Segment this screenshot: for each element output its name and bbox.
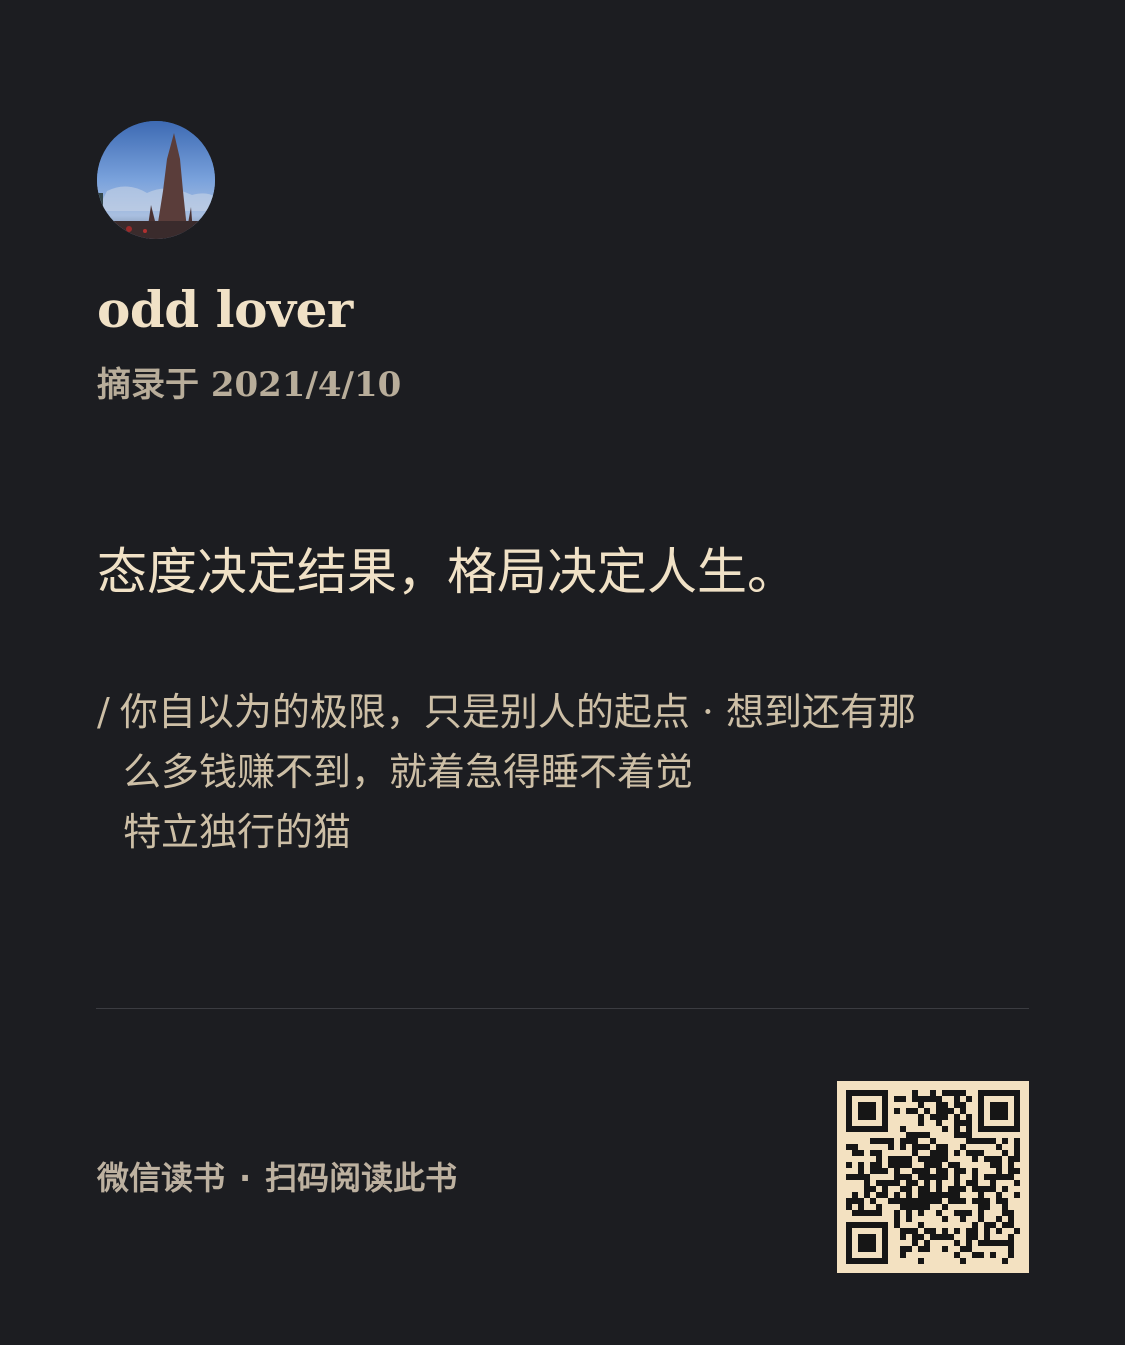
source-prefix: / [97,690,110,734]
source-author: 特立独行的猫 [123,810,352,854]
source-line-1: / 你自以为的极限，只是别人的起点 · 想到还有那 [97,682,1017,742]
source-title-part-1: 你自以为的极限，只是别人的起点 · 想到还有那 [119,690,917,734]
footer-separator: · [239,1159,252,1197]
app-name: 微信读书 [97,1159,226,1197]
divider [96,1008,1029,1009]
scan-to-read-label: 扫码阅读此书 [265,1159,458,1197]
cathedral-photo-icon [97,121,215,239]
qr-code-icon [837,1081,1029,1273]
excerpt-date-label: 摘录于 2021/4/10 [97,365,402,405]
quote-text: 态度决定结果，格局决定人生。 [97,543,797,601]
avatar[interactable] [97,121,215,239]
footer-text: 微信读书 · 扫码阅读此书 [97,1155,457,1201]
book-source: / 你自以为的极限，只是别人的起点 · 想到还有那 么多钱赚不到，就着急得睡不着觉… [97,682,1017,862]
username: odd lover [97,280,353,339]
share-card: odd lover 摘录于 2021/4/10 态度决定结果，格局决定人生。 /… [0,0,1125,1345]
source-title-part-2: 么多钱赚不到，就着急得睡不着觉 [123,750,694,794]
qr-code[interactable] [837,1081,1029,1273]
